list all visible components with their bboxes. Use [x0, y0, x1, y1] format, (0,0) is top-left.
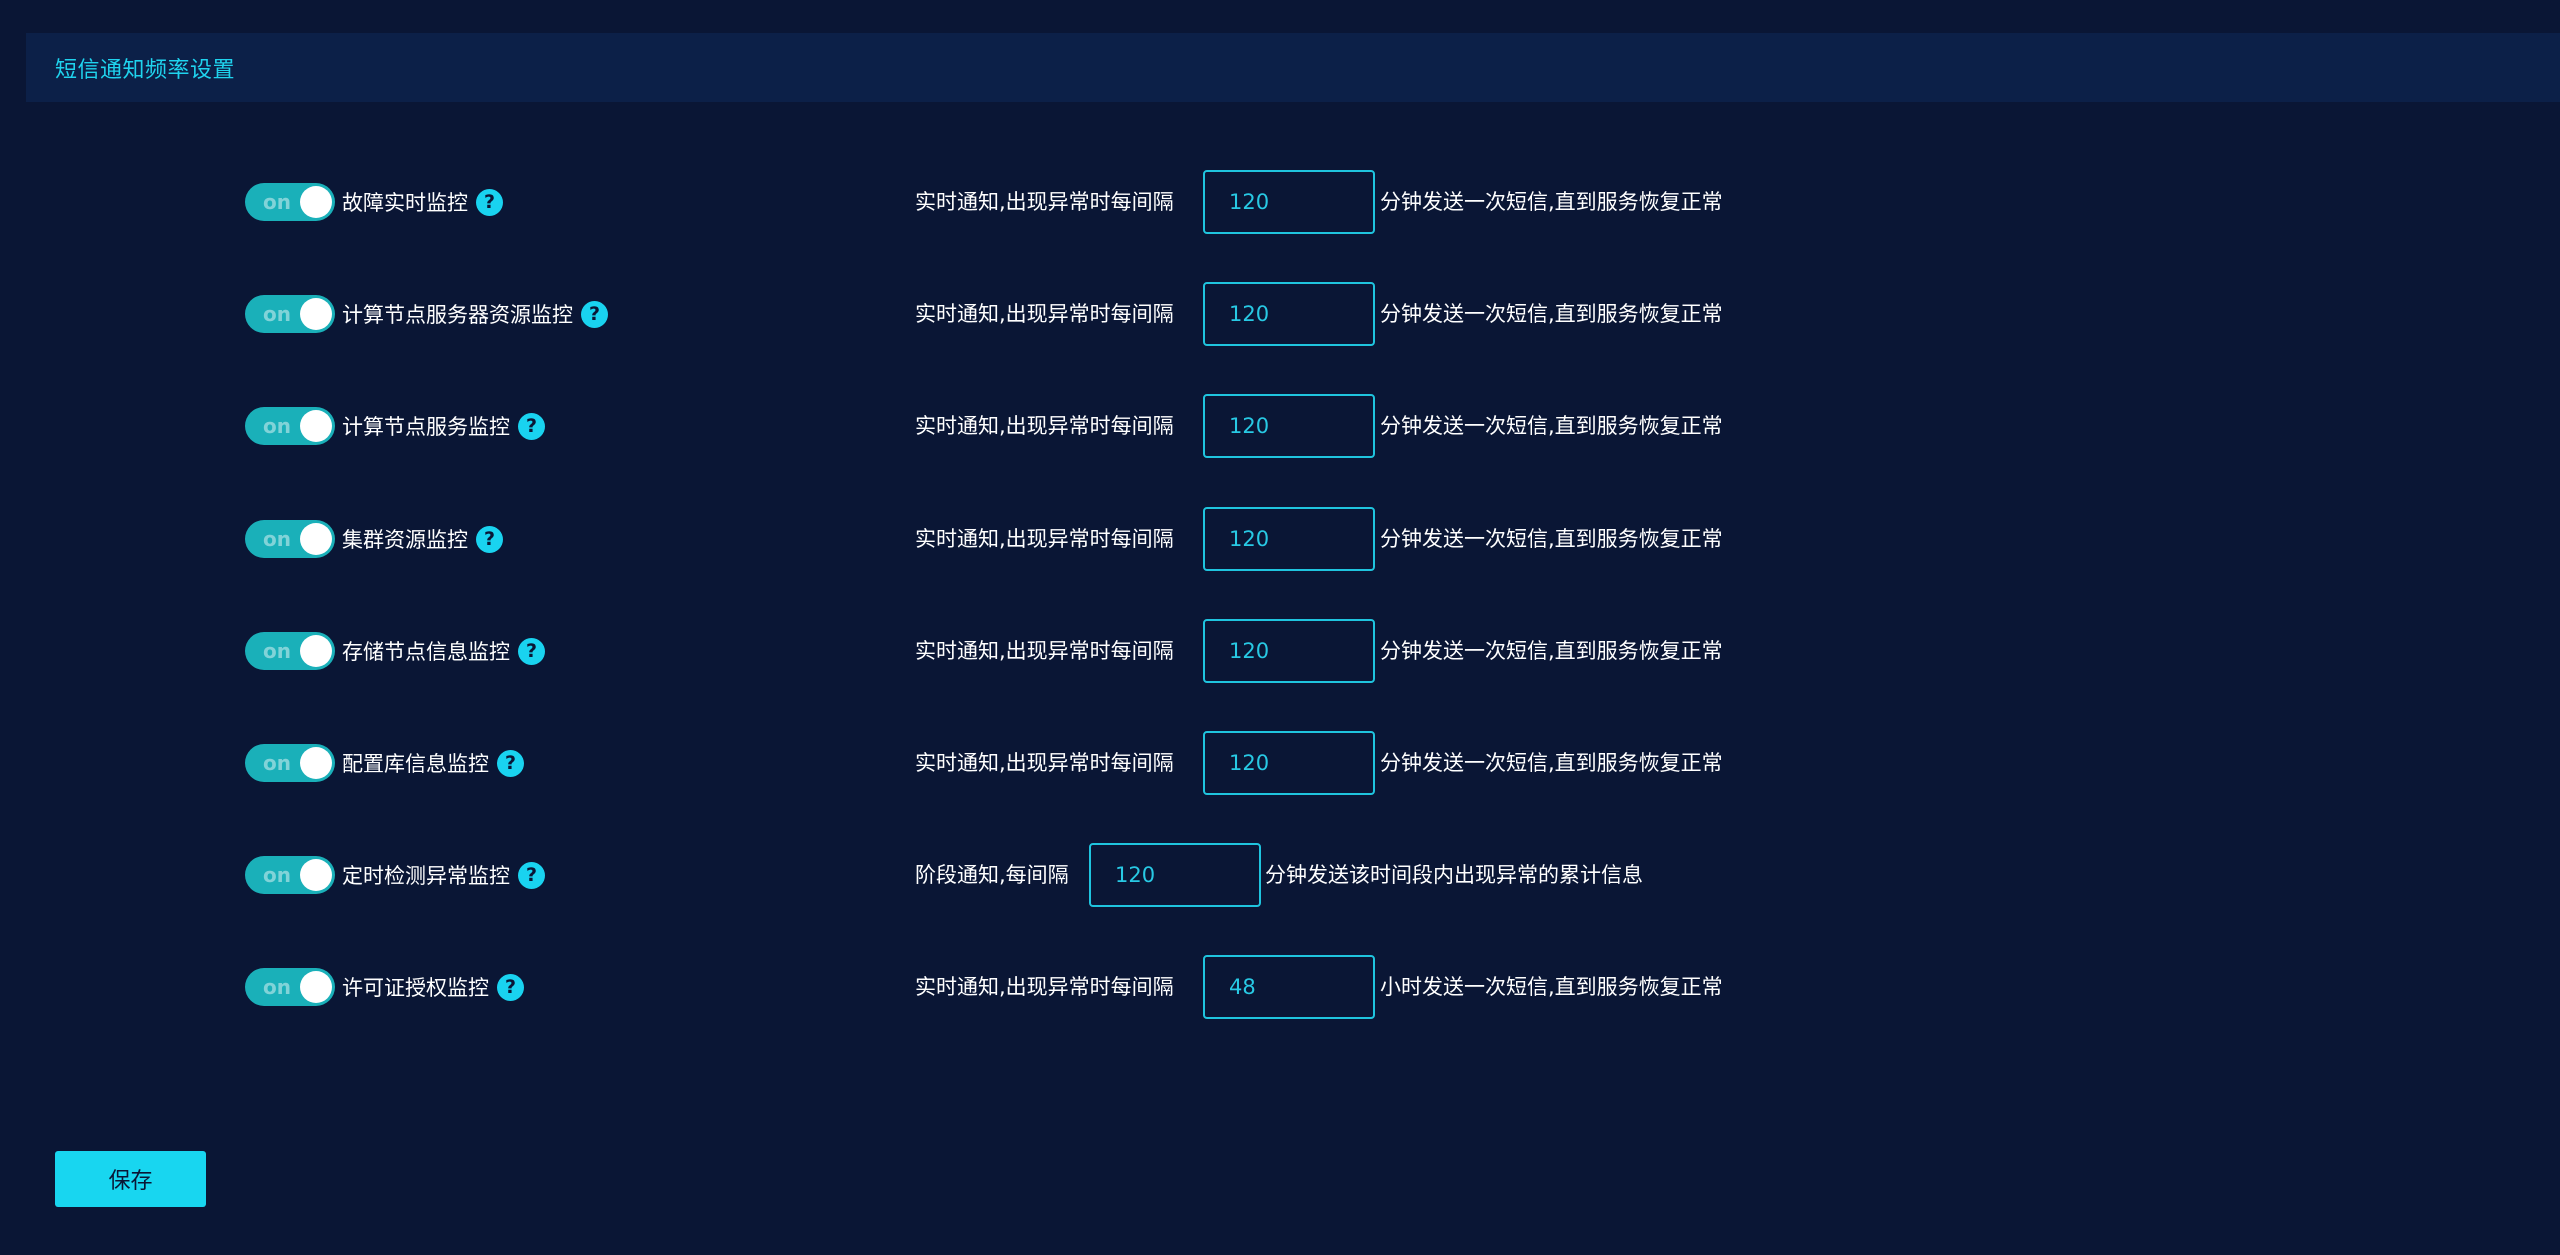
interval-input[interactable]	[1203, 955, 1375, 1019]
settings-row-scheduled-anomaly-monitor: on 定时检测异常监控 ? 阶段通知,每间隔 分钟发送该时间段内出现异常的累计信…	[0, 840, 2560, 907]
row-suffix-text: 小时发送一次短信,直到服务恢复正常	[1380, 975, 1723, 999]
row-label-group: 集群资源监控 ?	[342, 520, 503, 558]
row-label: 计算节点服务监控	[342, 415, 510, 439]
settings-row-storage-node-monitor: on 存储节点信息监控 ? 实时通知,出现异常时每间隔 分钟发送一次短信,直到服…	[0, 616, 2560, 683]
row-label-group: 许可证授权监控 ?	[342, 968, 524, 1006]
row-prefix-text: 实时通知,出现异常时每间隔	[915, 975, 1174, 999]
row-label: 许可证授权监控	[342, 976, 489, 1000]
settings-page: 短信通知频率设置 on 故障实时监控 ? 实时通知,出现异常时每间隔 分钟发送一…	[0, 0, 2560, 1255]
interval-input[interactable]	[1203, 507, 1375, 571]
row-suffix-text: 分钟发送一次短信,直到服务恢复正常	[1380, 527, 1723, 551]
settings-row-fault-monitor: on 故障实时监控 ? 实时通知,出现异常时每间隔 分钟发送一次短信,直到服务恢…	[0, 167, 2560, 234]
toggle-knob	[300, 859, 332, 891]
scheduled-anomaly-toggle[interactable]: on	[245, 856, 335, 894]
toggle-knob	[300, 971, 332, 1003]
toggle-knob	[300, 523, 332, 555]
toggle-knob	[300, 635, 332, 667]
row-prefix-text: 实时通知,出现异常时每间隔	[915, 639, 1174, 663]
save-button[interactable]: 保存	[55, 1151, 206, 1207]
help-icon[interactable]: ?	[476, 525, 503, 553]
row-suffix-text: 分钟发送一次短信,直到服务恢复正常	[1380, 190, 1723, 214]
toggle-knob	[300, 747, 332, 779]
help-icon[interactable]: ?	[497, 973, 524, 1001]
toggle-knob	[300, 298, 332, 330]
toggle-on-text: on	[263, 639, 291, 663]
row-prefix-text: 实时通知,出现异常时每间隔	[915, 751, 1174, 775]
row-label: 存储节点信息监控	[342, 640, 510, 664]
help-icon[interactable]: ?	[581, 300, 608, 328]
row-suffix-text: 分钟发送一次短信,直到服务恢复正常	[1380, 639, 1723, 663]
row-label: 计算节点服务器资源监控	[342, 303, 573, 327]
cluster-resource-toggle[interactable]: on	[245, 520, 335, 558]
settings-row-license-monitor: on 许可证授权监控 ? 实时通知,出现异常时每间隔 小时发送一次短信,直到服务…	[0, 952, 2560, 1019]
row-suffix-text: 分钟发送一次短信,直到服务恢复正常	[1380, 414, 1723, 438]
compute-node-resource-toggle[interactable]: on	[245, 295, 335, 333]
row-suffix-text: 分钟发送一次短信,直到服务恢复正常	[1380, 751, 1723, 775]
row-suffix-text: 分钟发送该时间段内出现异常的累计信息	[1265, 863, 1643, 887]
toggle-on-text: on	[263, 302, 291, 326]
toggle-on-text: on	[263, 863, 291, 887]
row-prefix-text: 实时通知,出现异常时每间隔	[915, 414, 1174, 438]
row-label: 配置库信息监控	[342, 752, 489, 776]
toggle-on-text: on	[263, 751, 291, 775]
row-prefix-text: 实时通知,出现异常时每间隔	[915, 190, 1174, 214]
interval-input[interactable]	[1203, 170, 1375, 234]
toggle-on-text: on	[263, 190, 291, 214]
row-prefix-text: 阶段通知,每间隔	[915, 863, 1069, 887]
license-toggle[interactable]: on	[245, 968, 335, 1006]
panel-header: 短信通知频率设置	[26, 33, 2560, 102]
toggle-on-text: on	[263, 975, 291, 999]
interval-input[interactable]	[1203, 282, 1375, 346]
row-label: 故障实时监控	[342, 191, 468, 215]
help-icon[interactable]: ?	[518, 637, 545, 665]
row-label: 定时检测异常监控	[342, 864, 510, 888]
row-label-group: 故障实时监控 ?	[342, 183, 503, 221]
interval-input[interactable]	[1203, 619, 1375, 683]
row-label-group: 计算节点服务监控 ?	[342, 407, 545, 445]
row-suffix-text: 分钟发送一次短信,直到服务恢复正常	[1380, 302, 1723, 326]
toggle-on-text: on	[263, 527, 291, 551]
config-db-toggle[interactable]: on	[245, 744, 335, 782]
interval-input[interactable]	[1089, 843, 1261, 907]
toggle-knob	[300, 410, 332, 442]
storage-node-toggle[interactable]: on	[245, 632, 335, 670]
row-prefix-text: 实时通知,出现异常时每间隔	[915, 527, 1174, 551]
fault-monitor-toggle[interactable]: on	[245, 183, 335, 221]
toggle-knob	[300, 186, 332, 218]
row-label-group: 定时检测异常监控 ?	[342, 856, 545, 894]
compute-node-service-toggle[interactable]: on	[245, 407, 335, 445]
settings-row-compute-node-service-monitor: on 计算节点服务监控 ? 实时通知,出现异常时每间隔 分钟发送一次短信,直到服…	[0, 391, 2560, 458]
interval-input[interactable]	[1203, 394, 1375, 458]
row-label-group: 存储节点信息监控 ?	[342, 632, 545, 670]
help-icon[interactable]: ?	[497, 749, 524, 777]
settings-row-cluster-resource-monitor: on 集群资源监控 ? 实时通知,出现异常时每间隔 分钟发送一次短信,直到服务恢…	[0, 504, 2560, 571]
row-label-group: 计算节点服务器资源监控 ?	[342, 295, 608, 333]
toggle-on-text: on	[263, 414, 291, 438]
interval-input[interactable]	[1203, 731, 1375, 795]
settings-row-config-db-monitor: on 配置库信息监控 ? 实时通知,出现异常时每间隔 分钟发送一次短信,直到服务…	[0, 728, 2560, 795]
help-icon[interactable]: ?	[518, 412, 545, 440]
row-prefix-text: 实时通知,出现异常时每间隔	[915, 302, 1174, 326]
help-icon[interactable]: ?	[518, 861, 545, 889]
panel-title: 短信通知频率设置	[55, 57, 236, 83]
row-label: 集群资源监控	[342, 528, 468, 552]
settings-row-compute-node-resource-monitor: on 计算节点服务器资源监控 ? 实时通知,出现异常时每间隔 分钟发送一次短信,…	[0, 279, 2560, 346]
row-label-group: 配置库信息监控 ?	[342, 744, 524, 782]
help-icon[interactable]: ?	[476, 188, 503, 216]
